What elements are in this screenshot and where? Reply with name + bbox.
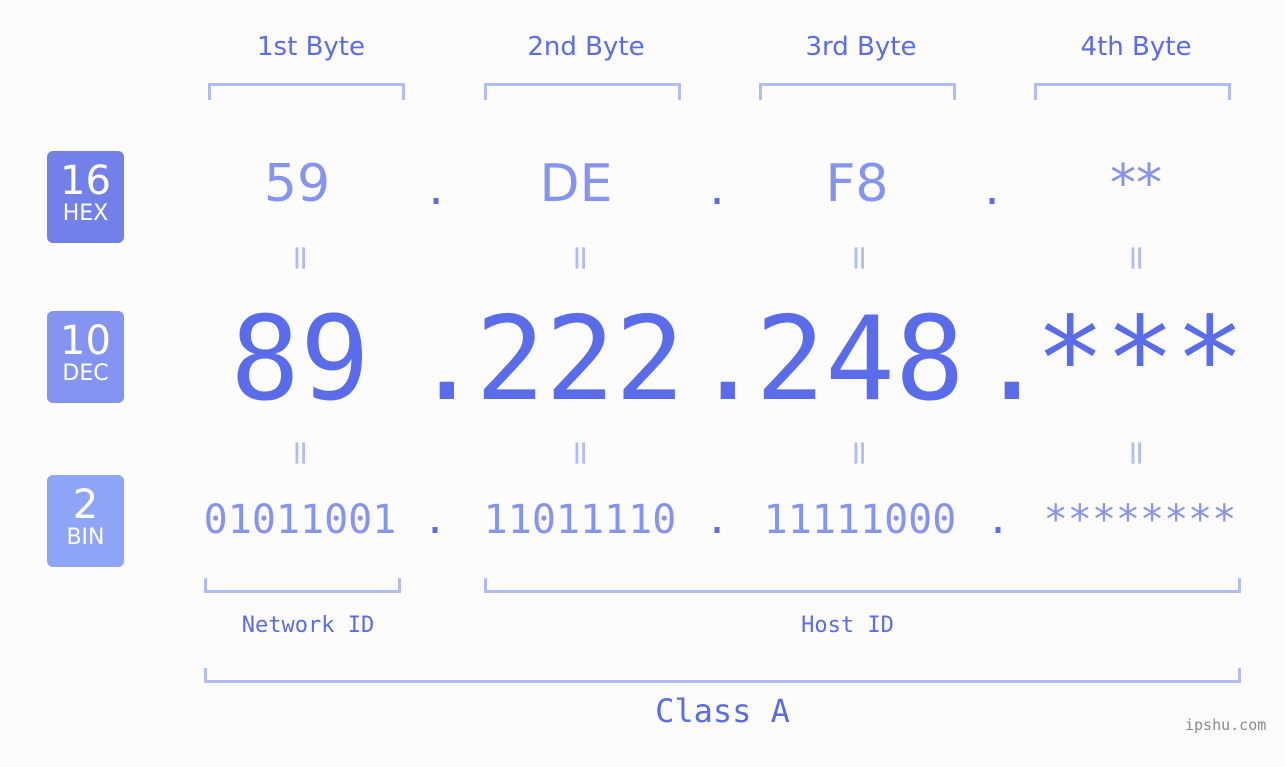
equals-sign: = bbox=[839, 243, 879, 273]
network-id-bracket bbox=[204, 578, 401, 593]
bin-dot-2: . bbox=[704, 497, 730, 543]
bin-base: 2 bbox=[72, 482, 99, 528]
hex-base: 16 bbox=[60, 158, 111, 204]
dec-base: 10 bbox=[60, 318, 111, 364]
bin-label: BIN bbox=[66, 525, 105, 550]
bin-byte-2: 11011110 bbox=[483, 497, 677, 543]
byte-header-1: 1st Byte bbox=[257, 32, 365, 62]
hex-dot-2: . bbox=[704, 168, 730, 214]
dec-byte-1: 89 bbox=[230, 292, 370, 427]
host-id-label: Host ID bbox=[801, 613, 894, 638]
equals-sign: = bbox=[560, 438, 600, 468]
hex-byte-4: ** bbox=[1110, 154, 1162, 214]
class-bracket bbox=[204, 668, 1241, 683]
hex-label: HEX bbox=[62, 201, 109, 226]
class-label: Class A bbox=[655, 692, 790, 730]
equals-sign: = bbox=[280, 438, 320, 468]
dec-dot-2: . bbox=[693, 292, 763, 427]
byte-bracket-4 bbox=[1034, 83, 1231, 100]
equals-sign: = bbox=[1116, 243, 1156, 273]
dec-byte-4: *** bbox=[1035, 292, 1245, 427]
dec-byte-2: 222 bbox=[475, 292, 685, 427]
bin-dot-1: . bbox=[422, 497, 448, 543]
equals-sign: = bbox=[839, 438, 879, 468]
byte-header-2: 2nd Byte bbox=[527, 32, 645, 62]
bin-byte-3: 11111000 bbox=[763, 497, 957, 543]
bin-dot-3: . bbox=[985, 497, 1011, 543]
hex-dot-1: . bbox=[423, 168, 449, 214]
hex-badge: 16 HEX bbox=[47, 151, 124, 243]
hex-byte-2: DE bbox=[539, 154, 613, 214]
hex-dot-3: . bbox=[979, 168, 1005, 214]
host-id-bracket bbox=[484, 578, 1241, 593]
equals-sign: = bbox=[1116, 438, 1156, 468]
hex-byte-1: 59 bbox=[263, 154, 331, 214]
byte-bracket-1 bbox=[208, 83, 405, 100]
dec-badge: 10 DEC bbox=[47, 311, 124, 403]
dec-label: DEC bbox=[62, 361, 109, 386]
byte-header-3: 3rd Byte bbox=[805, 32, 917, 62]
network-id-label: Network ID bbox=[241, 613, 375, 638]
byte-bracket-2 bbox=[484, 83, 681, 100]
equals-sign: = bbox=[560, 243, 600, 273]
bin-byte-4: ******** bbox=[1043, 497, 1237, 543]
equals-sign: = bbox=[280, 243, 320, 273]
dec-dot-3: . bbox=[977, 292, 1047, 427]
byte-bracket-3 bbox=[759, 83, 956, 100]
dec-byte-3: 248 bbox=[755, 292, 965, 427]
dec-dot-1: . bbox=[412, 292, 482, 427]
bin-byte-1: 01011001 bbox=[203, 497, 397, 543]
hex-byte-3: F8 bbox=[825, 154, 889, 214]
watermark: ipshu.com bbox=[1185, 716, 1267, 734]
bin-badge: 2 BIN bbox=[47, 475, 124, 567]
byte-header-4: 4th Byte bbox=[1080, 32, 1192, 62]
